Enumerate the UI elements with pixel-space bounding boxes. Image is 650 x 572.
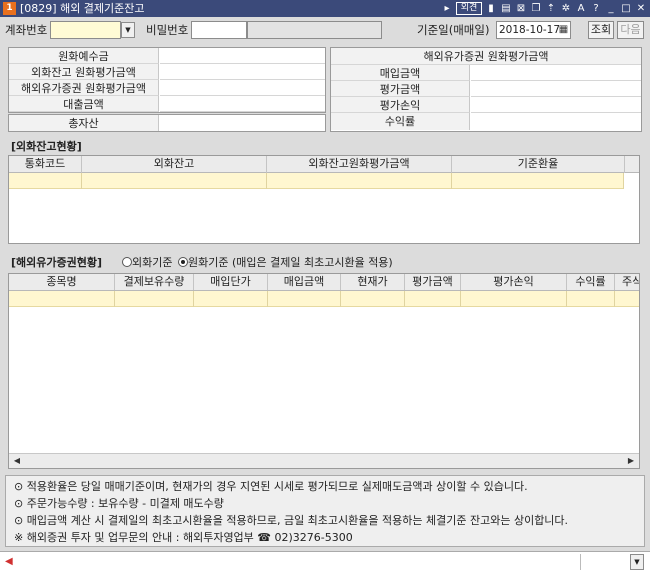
overseas-sec-header: 해외유가증권 원화평가금액 [331, 48, 641, 65]
valuation-pl-value [471, 97, 641, 113]
scroll-right-icon[interactable]: ▶ [625, 454, 637, 468]
loan-amount-value [160, 96, 325, 112]
valuation-amount-label: 평가금액 [331, 81, 470, 97]
securities-grid[interactable]: 종목명 결제보유수량 매입단가 매입금액 현재가 평가금액 평가손익 수익률 주… [8, 273, 640, 469]
app-icon: 1 [3, 2, 16, 15]
status-extra-field [580, 554, 630, 570]
radio-krw-basis[interactable]: 원화기준 [177, 256, 228, 269]
title-bar: 1 [0829] 해외 결제기준잔고 ▸ 외견 ▮ ▤ ⊠ ❐ ⇡ ✲ A ? … [0, 0, 650, 17]
up-icon[interactable]: ⇡ [545, 2, 557, 15]
radio-note: (매입은 결제일 최초고시환율 적용) [231, 256, 393, 269]
fx-balance-krw-label: 외화잔고 원화평가금액 [9, 64, 159, 80]
col-current-price[interactable]: 현재가 [341, 274, 405, 290]
search-button[interactable]: 조회 [588, 21, 614, 39]
minimize-icon[interactable]: _ [605, 2, 617, 15]
note-purchase-calc: ⊙ 매입금액 계산 시 결제일의 최초고시환율을 적용하므로, 금일 최초고시환… [14, 514, 569, 527]
speaker-icon[interactable]: ◀ [5, 555, 17, 568]
scroll-left-icon[interactable]: ◀ [11, 454, 23, 468]
horizontal-scrollbar[interactable]: ◀ ▶ [9, 453, 639, 468]
note-order-qty: ⊙ 주문가능수량 : 보유수량 - 미결제 매도수량 [14, 497, 224, 510]
fx-balance-grid[interactable]: 통화코드 외화잔고 외화잔고원화평가금액 기준환율 [8, 155, 640, 244]
col-currency-code[interactable]: 통화코드 [9, 156, 82, 173]
account-name-field [247, 21, 382, 39]
valuation-amount-value [471, 81, 641, 97]
account-label: 계좌번호 [5, 23, 48, 37]
account-dropdown-button[interactable]: ▼ [121, 22, 135, 38]
overseas-sec-krw-label: 해외유가증권 원화평가금액 [9, 80, 159, 96]
next-button[interactable]: 다음 [617, 21, 644, 39]
table-row[interactable] [9, 173, 624, 189]
return-rate-value [471, 113, 641, 130]
sec-section-title: [해외유가증권현황] [11, 256, 103, 269]
restore-icon[interactable]: □ [620, 2, 632, 15]
help-icon[interactable]: ? [590, 2, 602, 15]
fx-balance-krw-value [160, 64, 325, 80]
col-base-rate[interactable]: 기준환율 [452, 156, 625, 173]
overseas-sec-krw-value [160, 80, 325, 96]
copy-icon[interactable]: ❐ [530, 2, 542, 15]
valuation-pl-label: 평가손익 [331, 97, 470, 113]
col-stock[interactable]: 주식 [615, 274, 639, 290]
settings-icon[interactable]: ✲ [560, 2, 572, 15]
table-row[interactable] [9, 291, 639, 307]
summary-left-panel: 원화예수금 외화잔고 원화평가금액 해외유가증권 원화평가금액 대출금액 [8, 47, 326, 113]
notes-panel: ⊙ 적용환율은 당일 매매기준이며, 현재가의 경우 지연된 시세로 평가되므로… [5, 475, 645, 547]
note-contact: ※ 해외증권 투자 및 업무문의 안내 : 해외투자영업부 ☎ 02)3276-… [14, 531, 353, 544]
summary-right-panel: 해외유가증권 원화평가금액 매입금액 평가금액 평가손익 수익률 [330, 47, 642, 132]
col-item-name[interactable]: 종목명 [9, 274, 115, 290]
return-rate-label: 수익률 [331, 113, 470, 130]
calendar-icon[interactable]: ▦ [557, 22, 570, 37]
krw-deposit-value [160, 48, 325, 64]
col-valuation-pl[interactable]: 평가손익 [461, 274, 567, 290]
status-bar: ◀ ▼ [0, 551, 650, 572]
loan-amount-label: 대출금액 [9, 96, 159, 112]
clipboard-icon[interactable]: ▤ [500, 2, 512, 15]
radio-fx-basis[interactable]: 외화기준 [122, 256, 172, 269]
fx-grid-header: 통화코드 외화잔고 외화잔고원화평가금액 기준환율 [9, 156, 639, 173]
password-input[interactable] [191, 21, 247, 39]
radio-circle-icon[interactable] [122, 257, 132, 267]
title-buttons: ▸ 외견 ▮ ▤ ⊠ ❐ ⇡ ✲ A ? _ □ ✕ [441, 1, 647, 16]
status-dropdown-button[interactable]: ▼ [630, 554, 644, 570]
mail-icon[interactable]: ⊠ [515, 2, 527, 15]
col-fx-balance[interactable]: 외화잔고 [82, 156, 267, 173]
purchase-amount-label: 매입금액 [331, 65, 470, 81]
radio-checked-icon[interactable] [177, 257, 188, 267]
col-purchase-price[interactable]: 매입단가 [194, 274, 268, 290]
play-icon[interactable]: ▸ [441, 2, 453, 15]
total-assets-row: 총자산 [8, 114, 326, 132]
krw-deposit-label: 원화예수금 [9, 48, 159, 64]
pin-icon[interactable]: ▮ [485, 2, 497, 15]
col-valuation-amount[interactable]: 평가금액 [405, 274, 461, 290]
font-icon[interactable]: A [575, 2, 587, 15]
col-purchase-amount[interactable]: 매입금액 [268, 274, 341, 290]
purchase-amount-value [471, 65, 641, 81]
window-title: [0829] 해외 결제기준잔고 [20, 2, 145, 15]
col-return-rate[interactable]: 수익률 [567, 274, 615, 290]
date-label: 기준일(매매일) [417, 23, 490, 37]
account-number-input[interactable] [50, 21, 121, 39]
col-settled-qty[interactable]: 결제보유수량 [115, 274, 194, 290]
col-fx-balance-krw[interactable]: 외화잔고원화평가금액 [267, 156, 452, 173]
fx-section-title: [외화잔고현황] [11, 140, 82, 153]
password-label: 비밀번호 [146, 23, 189, 37]
valuation-basis-radios: 외화기준 원화기준 (매입은 결제일 최초고시환율 적용) [122, 255, 393, 270]
sec-grid-header: 종목명 결제보유수량 매입단가 매입금액 현재가 평가금액 평가손익 수익률 주… [9, 274, 639, 291]
total-assets-value [160, 115, 325, 131]
external-view-button[interactable]: 외견 [456, 2, 482, 15]
close-icon[interactable]: ✕ [635, 2, 647, 15]
note-exchange-rate: ⊙ 적용환율은 당일 매매기준이며, 현재가의 경우 지연된 시세로 평가되므로… [14, 480, 528, 493]
total-assets-label: 총자산 [9, 115, 159, 131]
